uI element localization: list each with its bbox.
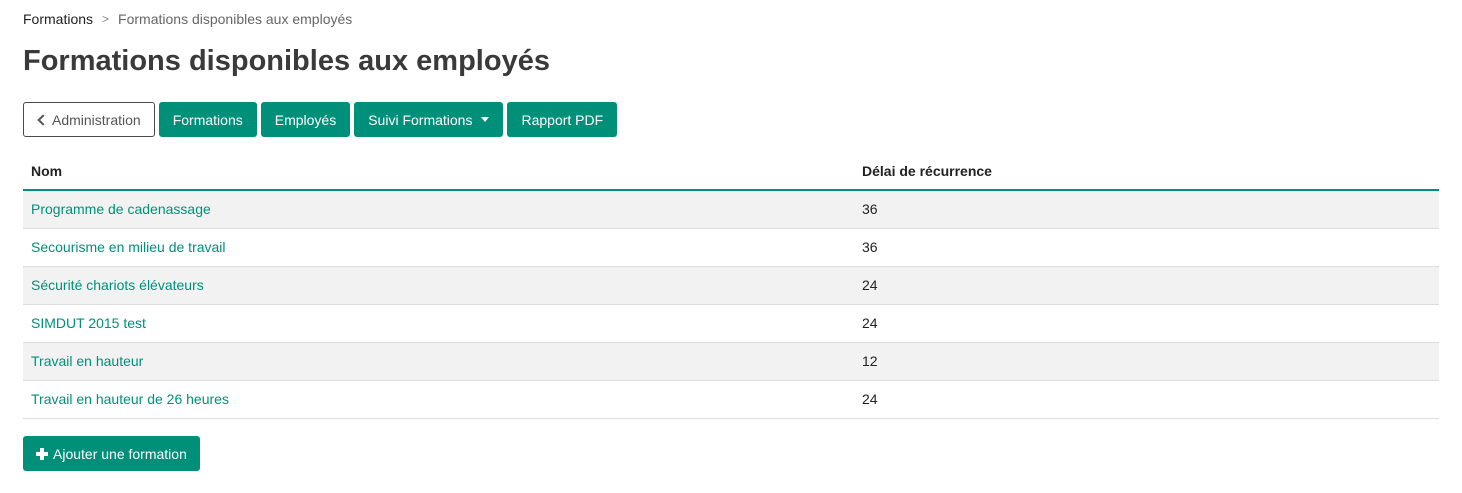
column-header-delay[interactable]: Délai de récurrence: [854, 153, 1439, 191]
table-row: SIMDUT 2015 test 24: [23, 304, 1439, 343]
formation-name-link[interactable]: SIMDUT 2015 test: [31, 315, 146, 331]
formation-delay: 24: [854, 380, 1439, 419]
formation-delay: 24: [854, 266, 1439, 305]
formations-button[interactable]: Formations: [158, 102, 257, 137]
formation-name-link[interactable]: Travail en hauteur: [31, 353, 143, 369]
employes-button-label: Employés: [274, 111, 337, 128]
column-header-name[interactable]: Nom: [23, 153, 854, 191]
add-formation-button[interactable]: Ajouter une formation: [23, 436, 200, 471]
formation-name-link[interactable]: Programme de cadenassage: [31, 201, 211, 217]
table-row: Programme de cadenassage 36: [23, 190, 1439, 229]
plus-icon: [36, 447, 48, 460]
table-header-row: Nom Délai de récurrence: [23, 153, 1439, 191]
table-row: Travail en hauteur 12: [23, 342, 1439, 381]
rapport-pdf-label: Rapport PDF: [521, 111, 604, 128]
page-title: Formations disponibles aux employés: [23, 45, 550, 77]
formation-delay: 24: [854, 304, 1439, 343]
rapport-pdf-button[interactable]: Rapport PDF: [507, 102, 618, 137]
administration-back-button[interactable]: Administration: [23, 102, 155, 137]
suivi-formations-dropdown-button[interactable]: Suivi Formations: [354, 102, 504, 137]
table-row: Secourisme en milieu de travail 36: [23, 228, 1439, 267]
breadcrumb-root-link[interactable]: Formations: [23, 11, 93, 27]
breadcrumb: Formations > Formations disponibles aux …: [23, 11, 352, 27]
formation-delay: 36: [854, 228, 1439, 267]
toolbar: Administration Formations Employés Suivi…: [23, 102, 618, 137]
administration-back-label: Administration: [52, 111, 141, 128]
chevron-left-icon: [37, 113, 49, 126]
breadcrumb-separator: >: [102, 12, 110, 26]
page: Formations > Formations disponibles aux …: [0, 0, 1462, 493]
table-row: Sécurité chariots élévateurs 24: [23, 266, 1439, 305]
table-row: Travail en hauteur de 26 heures 24: [23, 380, 1439, 419]
formation-delay: 36: [854, 190, 1439, 229]
add-formation-label: Ajouter une formation: [53, 445, 187, 462]
formations-table: Nom Délai de récurrence Programme de cad…: [23, 153, 1439, 419]
formations-button-label: Formations: [172, 111, 243, 128]
formation-name-link[interactable]: Secourisme en milieu de travail: [31, 239, 226, 255]
formation-delay: 12: [854, 342, 1439, 381]
caret-down-icon: [481, 117, 490, 122]
employes-button[interactable]: Employés: [260, 102, 351, 137]
formations-table-container: Nom Délai de récurrence Programme de cad…: [23, 153, 1439, 419]
formation-name-link[interactable]: Sécurité chariots élévateurs: [31, 277, 204, 293]
suivi-formations-label: Suivi Formations: [368, 111, 473, 128]
formation-name-link[interactable]: Travail en hauteur de 26 heures: [31, 391, 229, 407]
breadcrumb-current: Formations disponibles aux employés: [118, 11, 353, 27]
